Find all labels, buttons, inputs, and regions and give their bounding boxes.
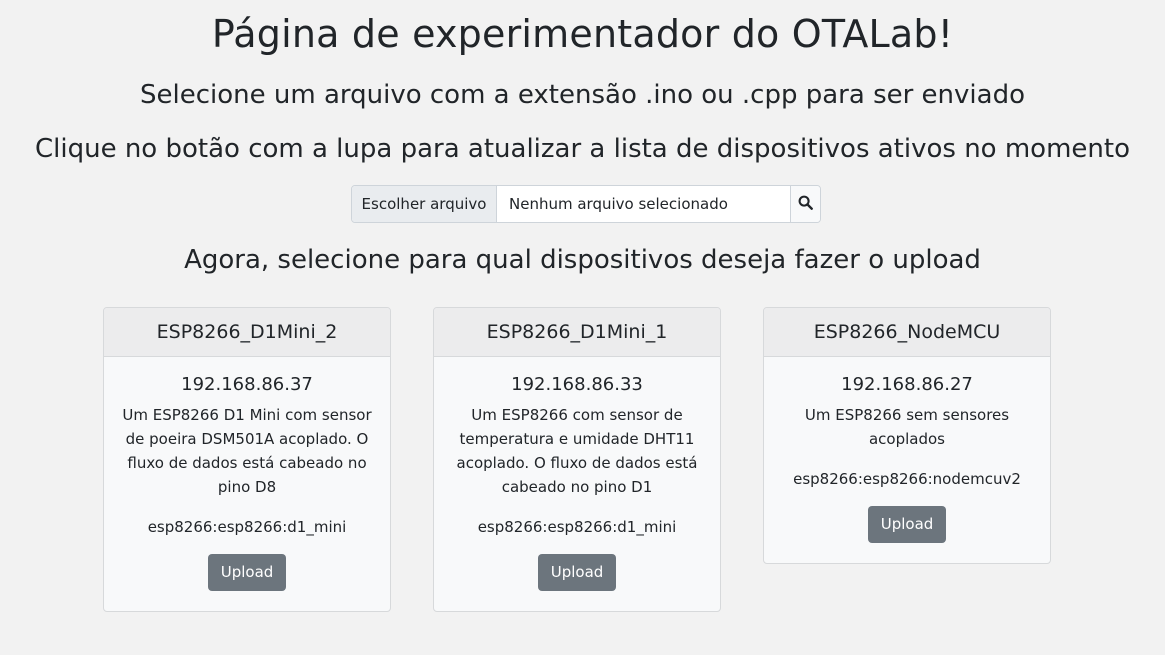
selected-file-name[interactable]: Nenhum arquivo selecionado [497, 186, 790, 222]
device-board: esp8266:esp8266:nodemcuv2 [793, 470, 1021, 488]
device-card: ESP8266_D1Mini_1 192.168.86.33 Um ESP826… [433, 307, 721, 612]
device-card: ESP8266_NodeMCU 192.168.86.27 Um ESP8266… [763, 307, 1051, 564]
device-card-body: 192.168.86.33 Um ESP8266 com sensor de t… [434, 357, 720, 591]
device-ip: 192.168.86.33 [511, 374, 643, 395]
upload-button[interactable]: Upload [538, 554, 616, 591]
device-description: Um ESP8266 sem sensores acoplados [804, 406, 1010, 448]
file-input-group[interactable]: Escolher arquivo Nenhum arquivo selecion… [351, 185, 821, 223]
upload-button[interactable]: Upload [208, 554, 286, 591]
device-ip: 192.168.86.27 [841, 374, 973, 395]
device-ip: 192.168.86.37 [181, 374, 313, 395]
instruction-select-file: Selecione um arquivo com a extensão .ino… [140, 80, 1025, 110]
device-card-body: 192.168.86.27 Um ESP8266 sem sensores ac… [764, 357, 1050, 543]
device-name: ESP8266_D1Mini_2 [104, 308, 390, 357]
instruction-refresh-devices: Clique no botão com a lupa para atualiza… [34, 134, 1130, 164]
device-name: ESP8266_NodeMCU [764, 308, 1050, 357]
upload-button[interactable]: Upload [868, 506, 946, 543]
device-card: ESP8266_D1Mini_2 192.168.86.37 Um ESP826… [103, 307, 391, 612]
device-description: Um ESP8266 D1 Mini com sensor de poeira … [122, 406, 372, 496]
device-card-body: 192.168.86.37 Um ESP8266 D1 Mini com sen… [104, 357, 390, 591]
instruction-select-device: Agora, selecione para qual dispositivos … [184, 245, 981, 275]
device-board: esp8266:esp8266:d1_mini [477, 518, 677, 536]
device-name: ESP8266_D1Mini_1 [434, 308, 720, 357]
search-icon [798, 195, 813, 214]
device-description: Um ESP8266 com sensor de temperatura e u… [456, 406, 698, 496]
choose-file-button[interactable]: Escolher arquivo [352, 186, 497, 222]
search-button[interactable] [790, 186, 820, 222]
page-title: Página de experimentador do OTALab! [211, 12, 954, 56]
device-board: esp8266:esp8266:d1_mini [147, 518, 347, 536]
